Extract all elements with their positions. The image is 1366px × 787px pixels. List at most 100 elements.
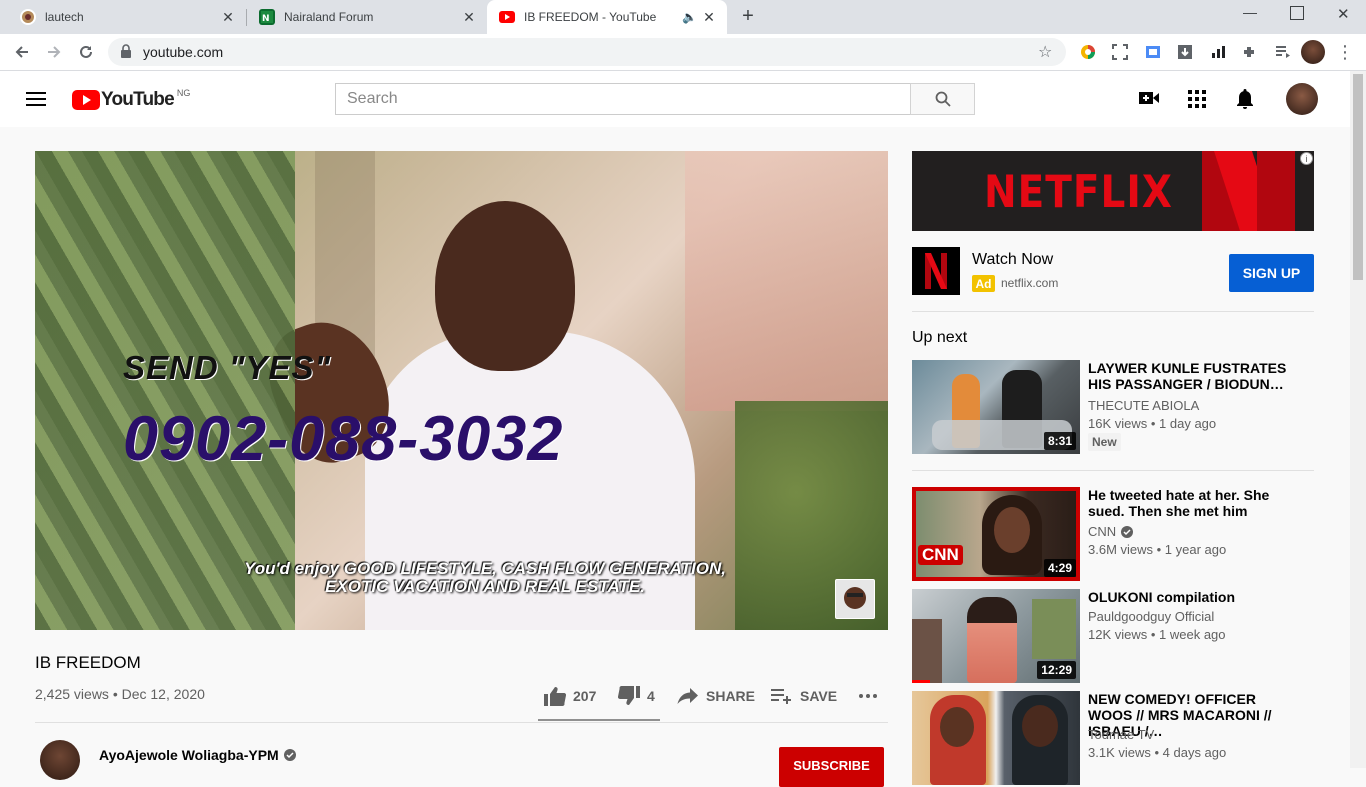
subscribe-button[interactable]: SUBSCRIBE: [779, 747, 884, 787]
menu-dots-icon[interactable]: ⋮: [1333, 40, 1357, 64]
close-icon[interactable]: ✕: [701, 9, 717, 25]
recommendation-title[interactable]: He tweeted hate at her. She sued. Then s…: [1088, 487, 1288, 519]
recommendation-title[interactable]: OLUKONI compilation: [1088, 589, 1288, 605]
scrollbar-thumb[interactable]: [1353, 74, 1363, 280]
minimize-icon[interactable]: —: [1243, 4, 1259, 28]
video-duration: 12:29: [1037, 661, 1076, 679]
youtube-wordmark: YouTube: [101, 89, 175, 110]
window-close-icon[interactable]: ✕: [1337, 5, 1353, 29]
lock-icon[interactable]: [120, 44, 132, 63]
search-input[interactable]: Search: [335, 83, 911, 115]
close-icon[interactable]: ✕: [461, 9, 477, 25]
recommendation-views: 16K views • 1 day ago: [1088, 416, 1217, 431]
like-count: 207: [573, 688, 597, 704]
verified-check-icon: [283, 749, 296, 761]
address-bar[interactable]: youtube.com ☆: [108, 38, 1066, 66]
ad-info-icon[interactable]: i: [1300, 152, 1313, 165]
video-thumbnail[interactable]: 12:29: [912, 589, 1080, 683]
recommendation-item[interactable]: CNN 4:29 He tweeted hate at her. She sue…: [912, 487, 1314, 581]
region-code: NG: [176, 88, 191, 98]
video-thumbnail[interactable]: 8:31: [912, 360, 1080, 454]
recommendation-item[interactable]: 12:29 OLUKONI compilation Pauldgoodguy O…: [912, 589, 1314, 683]
queue-icon[interactable]: [1271, 40, 1295, 64]
recommendation-title[interactable]: LAYWER KUNLE FUSTRATES HIS PASSANGER / B…: [1088, 360, 1288, 392]
recommendation-item[interactable]: NEW COMEDY! OFFICER WOOS // MRS MACARONI…: [912, 691, 1314, 785]
back-arrow-icon[interactable]: [10, 40, 34, 64]
nairaland-favicon-icon: N: [259, 9, 275, 25]
lautech-favicon-icon: [20, 9, 36, 25]
channel-avatar[interactable]: [40, 740, 80, 780]
bookmark-star-icon[interactable]: ☆: [1038, 42, 1052, 62]
extensions-icon[interactable]: [1237, 40, 1261, 64]
profile-avatar[interactable]: [1301, 40, 1325, 64]
channel-watermark[interactable]: [835, 579, 875, 619]
channel-name[interactable]: AyoAjewole Woliagba-YPM: [99, 747, 279, 763]
thumbs-up-icon: [544, 687, 566, 706]
ad-signup-button[interactable]: SIGN UP: [1229, 254, 1314, 292]
speaker-icon[interactable]: 🔈: [682, 10, 697, 24]
video-thumbnail[interactable]: [912, 691, 1080, 785]
ad-domain: netflix.com: [1001, 276, 1059, 290]
channel-name-row[interactable]: AyoAjewole Woliagba-YPM: [99, 747, 296, 763]
share-button[interactable]: SHARE: [677, 684, 755, 708]
screenshot-extension-icon[interactable]: [1141, 40, 1165, 64]
forward-arrow-icon[interactable]: [42, 40, 66, 64]
youtube-play-logo-icon: [72, 90, 100, 110]
add-to-playlist-icon: [771, 689, 791, 704]
save-button[interactable]: SAVE: [771, 684, 837, 708]
browser-tab-nairaland[interactable]: N Nairaland Forum ✕: [247, 0, 487, 34]
video-player[interactable]: SEND "YES" 0902-088-3032 You'd enjoy GOO…: [35, 151, 888, 630]
divider: [912, 470, 1314, 471]
fullscreen-extension-icon[interactable]: [1108, 40, 1132, 64]
create-video-icon[interactable]: [1139, 90, 1159, 111]
recommendation-channel: CNN: [1088, 524, 1134, 539]
restore-icon[interactable]: [1290, 6, 1304, 20]
ad-banner[interactable]: NETFLIX: [912, 151, 1314, 231]
netflix-n-logo-icon: [925, 253, 947, 289]
more-actions-button[interactable]: [858, 684, 885, 708]
reload-icon[interactable]: [74, 40, 98, 64]
url-text: youtube.com: [143, 44, 224, 60]
up-next-heading: Up next: [912, 329, 968, 346]
video-meta: 2,425 views • Dec 12, 2020: [35, 686, 205, 702]
account-avatar[interactable]: [1286, 83, 1318, 115]
search-button[interactable]: [910, 83, 975, 115]
browser-tab-youtube[interactable]: IB FREEDOM - YouTube 🔈 ✕: [487, 0, 727, 34]
video-scene-person-head: [435, 201, 575, 371]
youtube-favicon-icon: [499, 9, 515, 25]
recommendation-item[interactable]: 8:31 LAYWER KUNLE FUSTRATES HIS PASSANGE…: [912, 360, 1314, 454]
like-ratio-bar: [538, 719, 660, 721]
new-badge: New: [1088, 433, 1121, 451]
hamburger-menu-icon[interactable]: [26, 91, 46, 112]
browser-tab-lautech[interactable]: lautech ✕: [0, 0, 246, 34]
video-duration: 8:31: [1043, 432, 1076, 450]
video-thumbnail[interactable]: CNN 4:29: [912, 487, 1080, 581]
recommendation-views: 3.6M views • 1 year ago: [1088, 542, 1227, 557]
close-icon[interactable]: ✕: [220, 9, 236, 25]
notifications-bell-icon[interactable]: [1236, 88, 1254, 115]
download-extension-icon[interactable]: [1173, 40, 1197, 64]
ad-title[interactable]: Watch Now: [972, 251, 1053, 269]
netflix-n-shape: [1257, 151, 1295, 231]
stats-extension-icon[interactable]: [1206, 40, 1230, 64]
tab-title: lautech: [45, 10, 84, 24]
search-placeholder: Search: [347, 90, 398, 107]
channel-name: CNN: [1088, 524, 1117, 539]
divider: [912, 311, 1314, 312]
search-icon: [935, 91, 951, 107]
video-duration: 4:29: [1043, 559, 1076, 577]
recommendation-channel: Todmae TV: [1088, 727, 1155, 742]
ad-advertiser-logo[interactable]: [912, 247, 960, 295]
like-button[interactable]: 207: [544, 684, 596, 708]
thumbs-down-icon: [618, 686, 640, 705]
dislike-count: 4: [647, 688, 655, 704]
youtube-logo[interactable]: YouTube NG: [72, 88, 191, 111]
save-label: SAVE: [800, 688, 838, 704]
color-wheel-extension-icon[interactable]: [1076, 40, 1100, 64]
watermark-face-icon: [844, 587, 866, 609]
share-arrow-icon: [677, 688, 698, 704]
new-tab-icon[interactable]: +: [737, 5, 759, 29]
video-overlay-send-text: SEND "YES": [123, 349, 332, 386]
apps-grid-icon[interactable]: [1188, 90, 1206, 113]
dislike-button[interactable]: 4: [618, 684, 655, 708]
